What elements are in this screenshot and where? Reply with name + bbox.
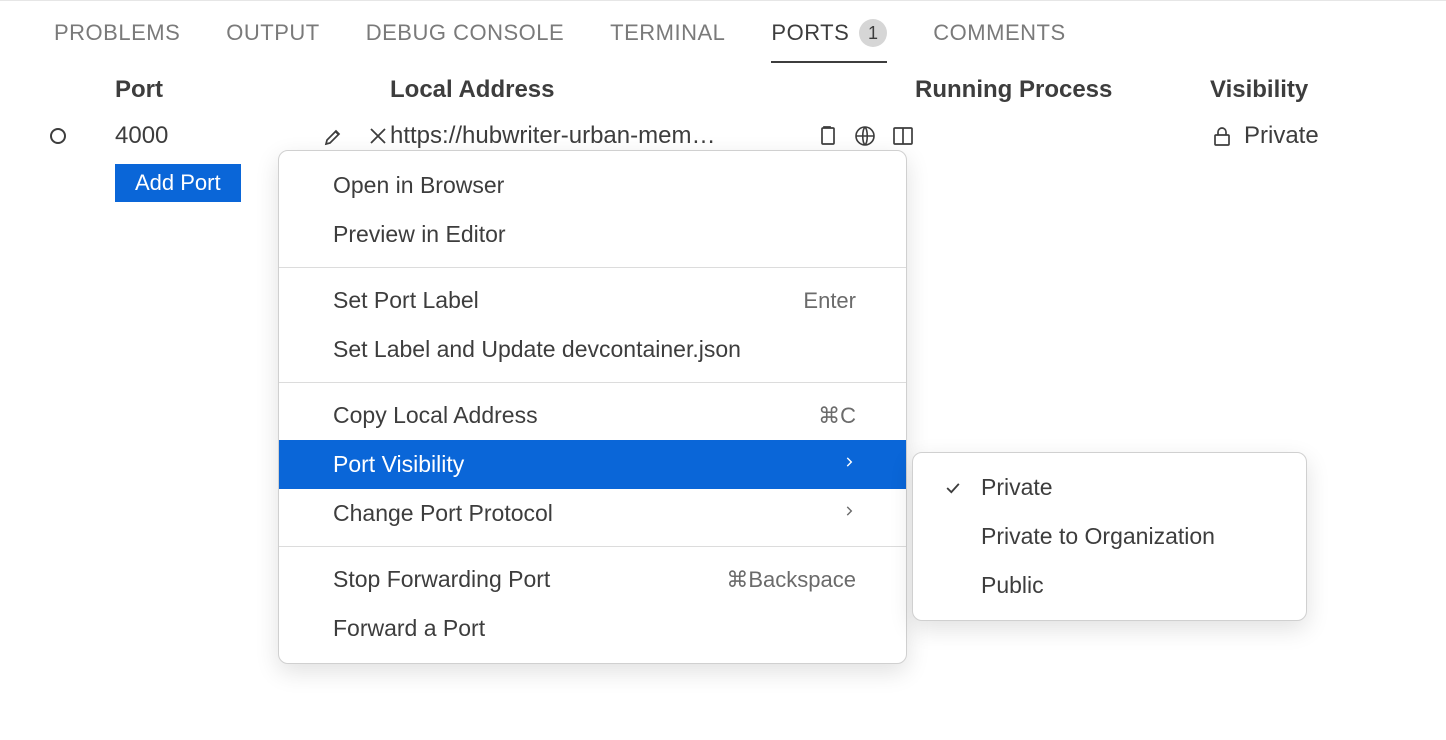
submenu-private-label: Private — [981, 474, 1053, 501]
submenu-private-org-label: Private to Organization — [981, 523, 1215, 550]
context-menu: Open in Browser Preview in Editor Set Po… — [278, 150, 907, 664]
add-port-button[interactable]: Add Port — [115, 164, 241, 202]
submenu-public[interactable]: Public — [913, 561, 1306, 610]
visibility-submenu: Private Private to Organization Public — [912, 452, 1307, 621]
port-row[interactable]: 4000 https://hubwriter-urban-mem… Privat… — [0, 104, 1446, 150]
ctx-copy-local-address[interactable]: Copy Local Address ⌘C — [279, 391, 906, 440]
ctx-set-port-label-label: Set Port Label — [333, 287, 479, 314]
ctx-preview-in-editor[interactable]: Preview in Editor — [279, 210, 906, 259]
ctx-port-visibility-label: Port Visibility — [333, 451, 464, 478]
header-running-process: Running Process — [915, 76, 1210, 104]
ports-table-header: Port Local Address Running Process Visib… — [0, 64, 1446, 104]
header-visibility: Visibility — [1210, 76, 1446, 104]
tab-output[interactable]: OUTPUT — [226, 20, 319, 62]
ctx-forward-a-port[interactable]: Forward a Port — [279, 604, 906, 653]
globe-icon[interactable] — [853, 124, 877, 148]
ctx-change-port-protocol-label: Change Port Protocol — [333, 500, 553, 527]
ctx-preview-in-editor-label: Preview in Editor — [333, 221, 506, 248]
ctx-forward-a-port-label: Forward a Port — [333, 615, 485, 642]
ctx-copy-local-shortcut: ⌘C — [818, 403, 856, 429]
ctx-open-in-browser[interactable]: Open in Browser — [279, 161, 906, 210]
ctx-change-port-protocol[interactable]: Change Port Protocol — [279, 489, 906, 538]
submenu-private[interactable]: Private — [913, 463, 1306, 512]
panel-tab-bar: PROBLEMS OUTPUT DEBUG CONSOLE TERMINAL P… — [0, 1, 1446, 64]
submenu-private-org[interactable]: Private to Organization — [913, 512, 1306, 561]
tab-ports[interactable]: PORTS 1 — [771, 19, 887, 63]
ctx-separator — [279, 382, 906, 383]
header-port: Port — [115, 76, 390, 104]
ctx-set-port-label-shortcut: Enter — [803, 288, 856, 314]
port-number: 4000 — [115, 122, 168, 150]
visibility-value: Private — [1244, 122, 1319, 150]
ctx-open-in-browser-label: Open in Browser — [333, 172, 504, 199]
lock-icon — [1210, 124, 1234, 148]
tab-comments[interactable]: COMMENTS — [933, 20, 1065, 62]
circle-icon — [50, 128, 66, 144]
check-icon — [941, 478, 965, 498]
tab-problems[interactable]: PROBLEMS — [54, 20, 180, 62]
submenu-public-label: Public — [981, 572, 1044, 599]
edit-label-icon[interactable] — [322, 124, 346, 148]
ctx-separator — [279, 267, 906, 268]
ctx-stop-forwarding-shortcut: ⌘Backspace — [726, 567, 856, 593]
ports-count-badge: 1 — [859, 19, 887, 47]
ctx-set-label-devcontainer-label: Set Label and Update devcontainer.json — [333, 336, 741, 363]
tab-debug-console[interactable]: DEBUG CONSOLE — [366, 20, 564, 62]
ctx-stop-forwarding-label: Stop Forwarding Port — [333, 566, 550, 593]
close-icon[interactable] — [366, 124, 390, 148]
local-address-value: https://hubwriter-urban-mem… — [390, 122, 715, 150]
tab-terminal[interactable]: TERMINAL — [610, 20, 725, 62]
ctx-set-label-devcontainer[interactable]: Set Label and Update devcontainer.json — [279, 325, 906, 374]
chevron-right-icon — [842, 452, 856, 478]
ctx-separator — [279, 546, 906, 547]
header-local-address: Local Address — [390, 76, 915, 104]
port-status-indicator — [0, 128, 115, 144]
ctx-port-visibility[interactable]: Port Visibility — [279, 440, 906, 489]
copy-icon[interactable] — [815, 124, 839, 148]
ctx-copy-local-address-label: Copy Local Address — [333, 402, 538, 429]
tab-ports-label: PORTS — [771, 20, 849, 46]
chevron-right-icon — [842, 501, 856, 527]
ctx-stop-forwarding-port[interactable]: Stop Forwarding Port ⌘Backspace — [279, 555, 906, 604]
ctx-set-port-label[interactable]: Set Port Label Enter — [279, 276, 906, 325]
preview-split-icon[interactable] — [891, 124, 915, 148]
